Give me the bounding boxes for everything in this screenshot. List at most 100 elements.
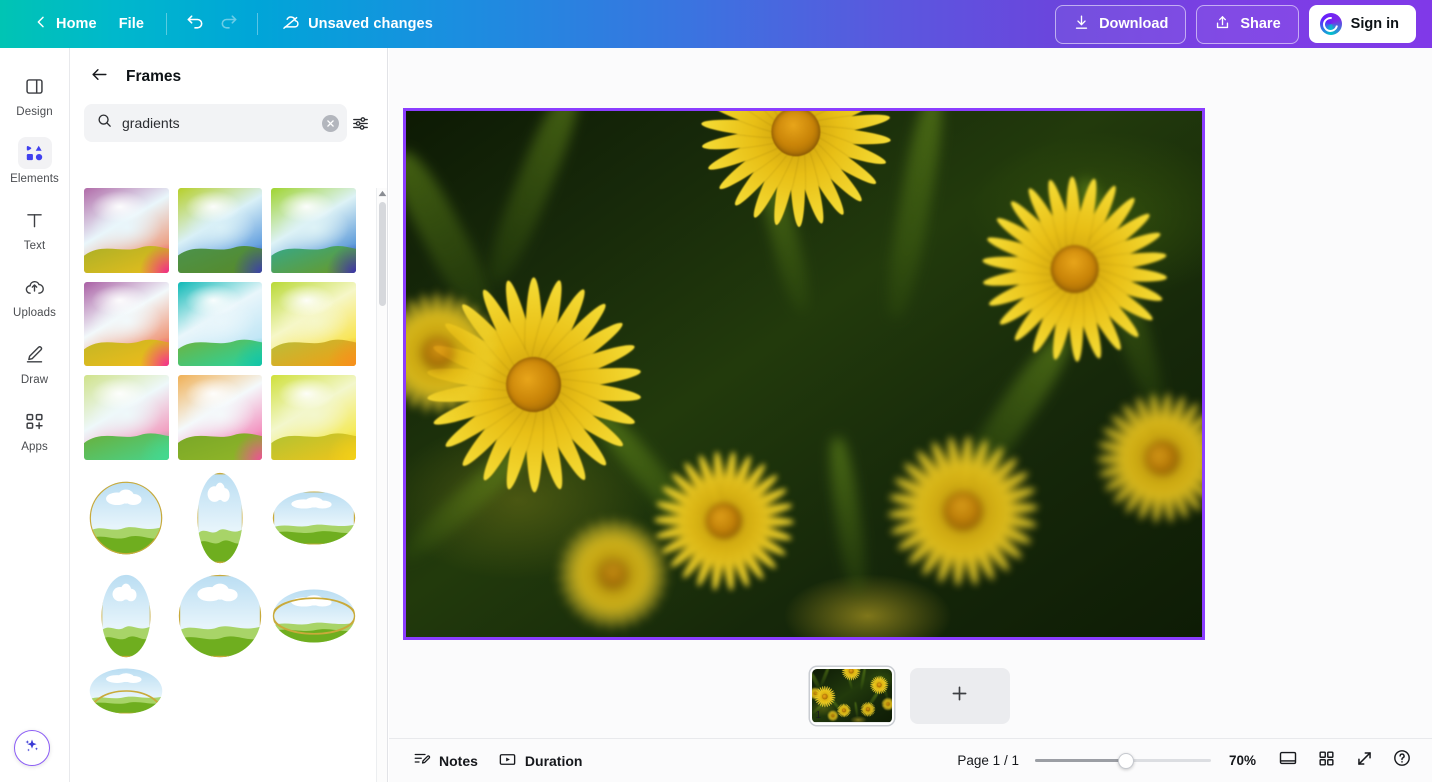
frame-circle[interactable]	[84, 481, 169, 555]
cloud-shape	[837, 690, 846, 696]
duration-label: Duration	[524, 752, 583, 769]
zoom-level-label: 70%	[1228, 753, 1256, 768]
redo-button[interactable]	[212, 7, 246, 41]
cloud-off-icon	[280, 12, 301, 37]
undo-button[interactable]	[178, 7, 212, 41]
design-canvas[interactable]: TEXT	[403, 108, 1205, 640]
draw-icon	[18, 338, 52, 370]
download-button[interactable]: Download	[1055, 4, 1187, 44]
page-indicator: Page 1 / 1	[957, 753, 1019, 768]
sidebar-label-elements: Elements	[10, 173, 59, 185]
download-label: Download	[1099, 16, 1169, 32]
save-status-label: Unsaved changes	[308, 16, 433, 32]
page-title: Frames	[126, 68, 182, 85]
text-outline-svg: TEXT	[812, 669, 892, 722]
home-label: Home	[56, 16, 97, 32]
sidebar-label-design: Design	[16, 106, 53, 118]
top-toolbar-left: Home File Unsaved changes	[0, 0, 444, 48]
scroll-up-arrow-icon[interactable]	[377, 188, 387, 199]
file-menu-button[interactable]: File	[108, 9, 155, 39]
top-toolbar: Home File Unsaved changes Download Share…	[0, 0, 1432, 48]
cloud-shape	[817, 689, 828, 696]
frame-half-circle[interactable]	[84, 668, 169, 714]
download-icon	[1073, 14, 1090, 35]
sidebar-item-design[interactable]: Design	[4, 62, 66, 125]
shape-frames-grid	[84, 472, 356, 714]
share-button[interactable]: Share	[1196, 4, 1299, 44]
canva-editor-window: Home File Unsaved changes Download Share…	[0, 0, 1432, 782]
panel-scrollbar[interactable]	[376, 188, 387, 782]
gradient-frame-teal-hill[interactable]	[271, 188, 356, 273]
gradient-frame-cyan-sky[interactable]	[177, 281, 263, 367]
page-thumbnail-1[interactable]: TEXT 1	[811, 669, 892, 723]
arrow-left-icon	[90, 65, 109, 89]
gradient-frame-mint-cloud[interactable]	[84, 375, 169, 460]
fullscreen-button[interactable]	[1348, 745, 1380, 777]
top-toolbar-right: Download Share Sign in	[1055, 4, 1432, 44]
gradient-frame-lime-glow[interactable]	[271, 375, 356, 460]
file-label: File	[118, 16, 145, 32]
zoom-slider-knob[interactable]	[1118, 752, 1135, 769]
frame-ellipse[interactable]	[271, 589, 356, 643]
sidebar-item-draw[interactable]: Draw	[4, 330, 66, 393]
editor-area: TEXT T E X T 1	[389, 48, 1432, 782]
notes-icon	[413, 750, 431, 771]
gradient-frame-magenta-sun[interactable]	[84, 281, 169, 367]
magic-ai-button[interactable]	[14, 730, 50, 766]
cloud-shape	[657, 319, 751, 375]
grid-view-button[interactable]	[1310, 745, 1342, 777]
frame-square[interactable]	[178, 574, 263, 658]
gradient-frame-blue-meadow[interactable]	[177, 188, 263, 273]
present-view-icon	[1278, 748, 1298, 773]
page-number-label: 1	[815, 710, 822, 721]
sidebar-item-elements[interactable]: Elements	[4, 129, 66, 192]
home-button[interactable]: Home	[22, 7, 108, 41]
clear-x-icon[interactable]	[322, 114, 339, 132]
sidebar-item-apps[interactable]: Apps	[4, 397, 66, 460]
frame-arch[interactable]	[84, 574, 169, 658]
cloud-shape	[875, 689, 886, 695]
add-page-button[interactable]	[909, 668, 1010, 724]
page-thumbnails-strip: TEXT 1	[389, 658, 1432, 734]
apps-icon	[18, 405, 52, 437]
sign-in-button[interactable]: Sign in	[1308, 5, 1416, 43]
notes-button[interactable]: Notes	[403, 744, 488, 777]
gradient-frame-pink-sunset[interactable]	[84, 188, 169, 273]
notes-label: Notes	[439, 752, 478, 769]
uploads-icon	[18, 271, 52, 303]
search-input[interactable]	[122, 115, 313, 131]
elements-icon	[17, 137, 52, 169]
panel-scrollbar-thumb[interactable]	[379, 202, 386, 306]
undo-icon	[185, 12, 205, 37]
search-box[interactable]	[84, 104, 347, 142]
gradient-frame-yellow-dawn[interactable]	[271, 281, 356, 367]
text-outline-svg: TEXT	[406, 108, 1202, 640]
sidebar-item-uploads[interactable]: Uploads	[4, 263, 66, 326]
share-label: Share	[1240, 16, 1281, 32]
page-thumbnail-artwork: TEXT	[811, 669, 892, 723]
left-rail: Design Elements Text Uploads Draw Apps	[0, 48, 70, 782]
frame-portrait-rect[interactable]	[178, 472, 263, 564]
text-element[interactable]: TEXT	[406, 111, 1202, 637]
frame-landscape-rect[interactable]	[271, 491, 356, 545]
zoom-slider[interactable]	[1034, 752, 1211, 769]
toolbar-divider-2	[257, 13, 259, 35]
design-icon	[18, 70, 52, 102]
frames-results-scroll[interactable]	[70, 188, 370, 782]
filter-sliders-icon[interactable]	[347, 110, 373, 136]
gradient-frame-coral-cloud[interactable]	[177, 375, 263, 461]
help-button[interactable]	[1386, 745, 1418, 777]
panel-header: Frames	[70, 48, 387, 98]
save-status-button[interactable]: Unsaved changes	[269, 5, 444, 44]
bottom-bar-right: Page 1 / 1 70%	[957, 745, 1418, 777]
duration-button[interactable]: Duration	[488, 744, 593, 778]
canva-logo-icon	[1319, 13, 1342, 35]
chevron-left-icon	[33, 14, 49, 34]
text-element[interactable]: TEXT	[812, 669, 892, 722]
sidebar-label-text: Text	[23, 240, 46, 252]
sidebar-item-text[interactable]: Text	[4, 196, 66, 259]
panel-back-button[interactable]	[86, 64, 112, 90]
present-view-button[interactable]	[1272, 745, 1304, 777]
text-icon	[18, 204, 52, 236]
fullscreen-icon	[1355, 749, 1374, 773]
